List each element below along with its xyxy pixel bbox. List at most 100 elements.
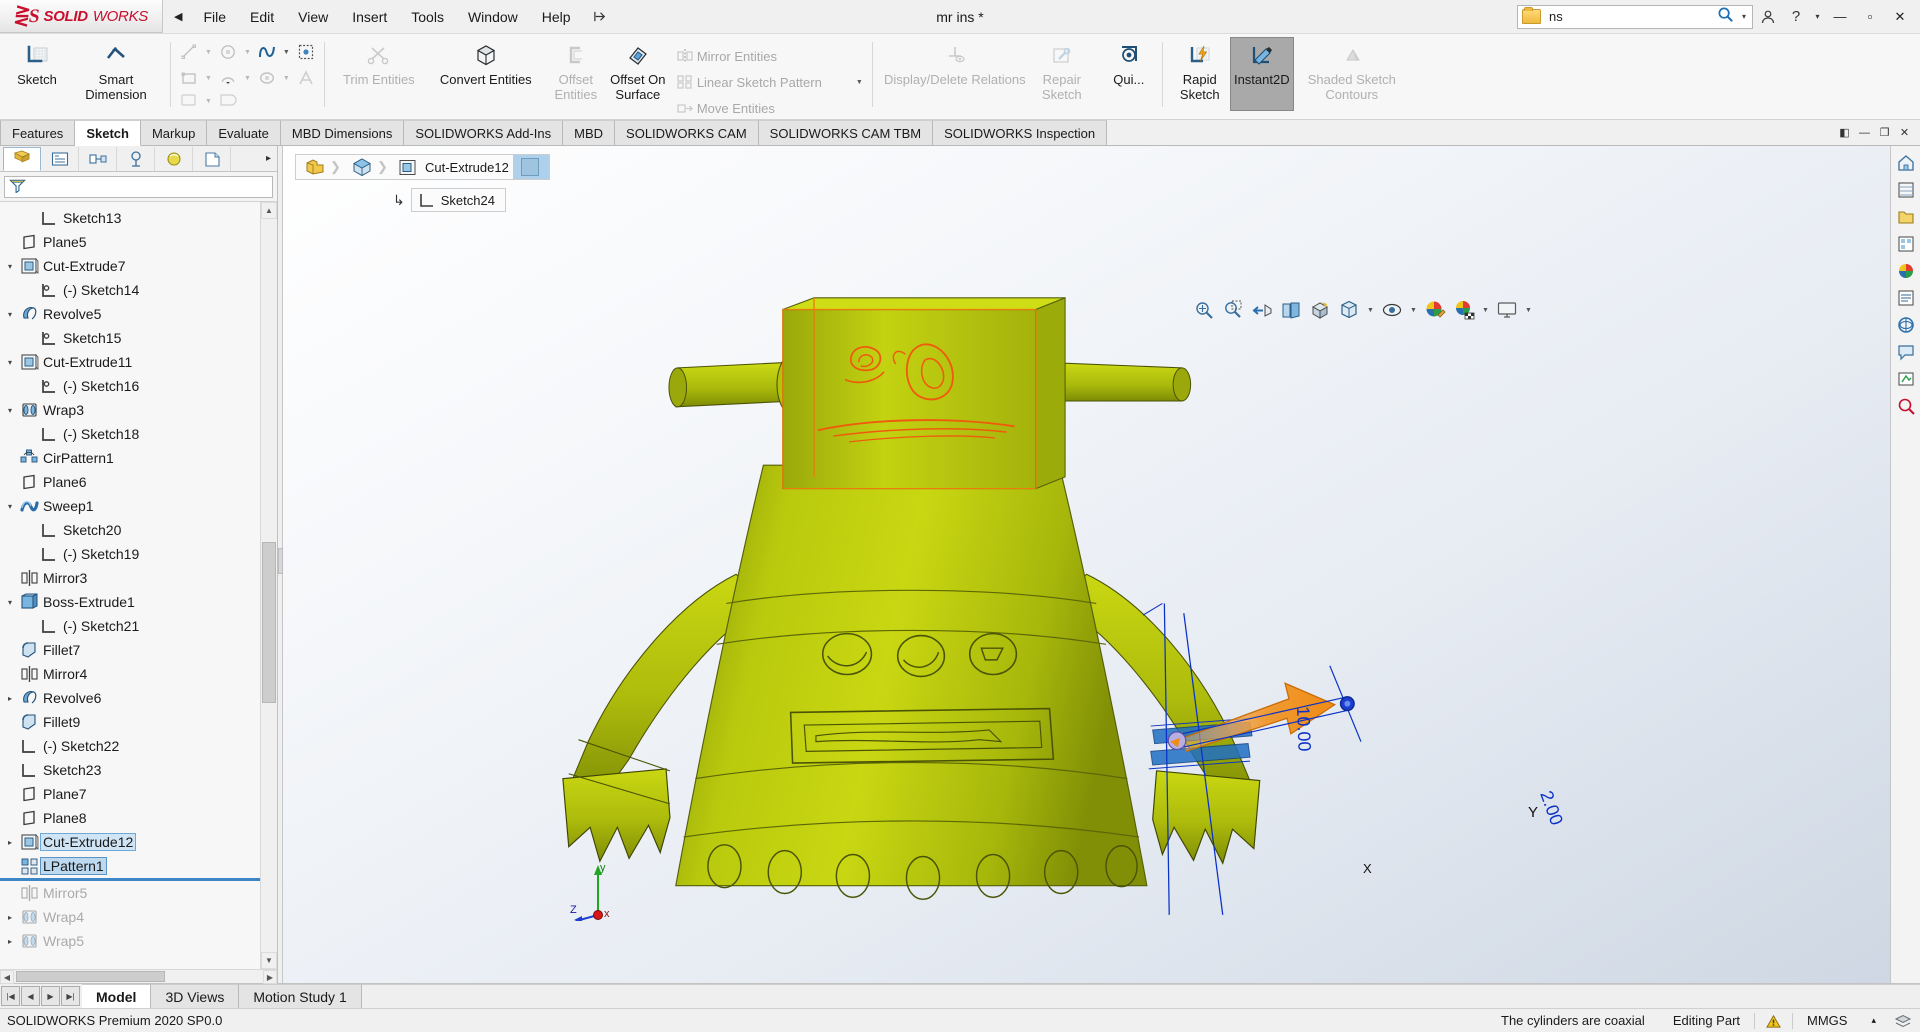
- close-button[interactable]: ✕: [1886, 4, 1914, 30]
- tab-solidworks-add-ins[interactable]: SOLIDWORKS Add-Ins: [404, 120, 564, 145]
- rapid-sketch-button[interactable]: Rapid Sketch: [1169, 38, 1231, 106]
- section-view-icon[interactable]: [1278, 297, 1304, 323]
- spline-dropdown-caret[interactable]: ▼: [280, 49, 293, 56]
- shaded-sketch-contours-button[interactable]: Shaded Sketch Contours: [1293, 38, 1411, 106]
- instant2d-button[interactable]: Instant2D: [1229, 37, 1294, 111]
- tab-mbd-dimensions[interactable]: MBD Dimensions: [280, 120, 405, 145]
- breadcrumb[interactable]: ❯ ❯ Cut-Extrude12: [295, 154, 550, 180]
- tree-expander-icon[interactable]: ▸: [2, 937, 18, 946]
- edit-appearance-icon[interactable]: [1422, 297, 1448, 323]
- display-style-icon[interactable]: [1336, 297, 1362, 323]
- scroll-thumb[interactable]: [262, 541, 276, 703]
- feature-tree-item-sketch20[interactable]: Sketch20: [0, 518, 277, 542]
- move-entities-button[interactable]: Move Entities: [673, 97, 781, 119]
- more-manager-tabs[interactable]: ▸: [260, 153, 277, 164]
- previous-view-icon[interactable]: [1249, 297, 1275, 323]
- tab-sketch[interactable]: Sketch: [75, 120, 141, 146]
- feature-tree-item-sketch21[interactable]: (-) Sketch21: [0, 614, 277, 638]
- tree-expander-icon[interactable]: ▾: [2, 310, 18, 319]
- tree-filter-box[interactable]: [4, 175, 273, 198]
- bottom-tab-3d-views[interactable]: 3D Views: [151, 984, 240, 1008]
- polygon-tool[interactable]: [216, 92, 240, 110]
- minimize-button[interactable]: —: [1826, 4, 1854, 30]
- trim-box-tool[interactable]: [294, 41, 318, 63]
- hscroll-thumb[interactable]: [16, 971, 166, 982]
- hscroll-left-arrow[interactable]: ◀: [0, 970, 14, 984]
- cam-manager-tab[interactable]: [193, 146, 231, 171]
- configuration-manager-tab[interactable]: [79, 146, 117, 171]
- breadcrumb-cut-extrude12[interactable]: Cut-Extrude12: [390, 155, 513, 179]
- feature-tree-container[interactable]: Sketch13 Plane5 ▾ Cut-Extrude7 (-) Sketch14 ▾…: [0, 202, 277, 969]
- display-delete-relations-button[interactable]: Display/Delete Relations: [879, 38, 1031, 91]
- feature-tree-item-revolve5[interactable]: ▾ Revolve5: [0, 302, 277, 326]
- bottom-tab-motion-study-1[interactable]: Motion Study 1: [239, 984, 362, 1008]
- help-dropdown-caret[interactable]: ▾: [1811, 4, 1824, 30]
- user-icon[interactable]: [1755, 4, 1781, 30]
- tree-expander-icon[interactable]: ▾: [2, 262, 18, 271]
- task-pane-appearances-icon[interactable]: [1893, 258, 1919, 284]
- nav-next-button[interactable]: ▶: [41, 986, 60, 1006]
- tab-solidworks-cam-tbm[interactable]: SOLIDWORKS CAM TBM: [758, 120, 934, 145]
- zoom-to-fit-icon[interactable]: [1191, 297, 1217, 323]
- dimension-label-10[interactable]: 10.00: [1292, 706, 1315, 752]
- breadcrumb-active-face[interactable]: [512, 155, 549, 179]
- line-dropdown-caret[interactable]: ▼: [202, 49, 215, 56]
- arc-tool[interactable]: [216, 67, 240, 89]
- tab-markup[interactable]: Markup: [140, 120, 208, 145]
- point-dropdown-caret[interactable]: ▼: [202, 98, 215, 105]
- feature-tree-item-cut-extrude11[interactable]: ▾ Cut-Extrude11: [0, 350, 277, 374]
- menu-item-tools[interactable]: Tools: [399, 5, 456, 29]
- display-manager-tab[interactable]: [155, 146, 193, 171]
- feature-tree-item-sketch15[interactable]: Sketch15: [0, 326, 277, 350]
- search-box[interactable]: ▾: [1517, 4, 1753, 29]
- apply-scene-caret-icon[interactable]: ▼: [1480, 307, 1491, 314]
- feature-tree-item-sketch22[interactable]: (-) Sketch22: [0, 734, 277, 758]
- linear-sketch-pattern-button[interactable]: Linear Sketch Pattern: [673, 71, 828, 93]
- scroll-down-arrow[interactable]: ▼: [261, 952, 277, 969]
- sketch-button[interactable]: Sketch: [6, 38, 68, 91]
- hide-show-caret-icon[interactable]: ▼: [1408, 307, 1419, 314]
- feature-tree-item-mirror3[interactable]: Mirror3: [0, 566, 277, 590]
- convert-entities-button[interactable]: Convert Entities: [427, 38, 545, 91]
- circle-dropdown-caret[interactable]: ▼: [241, 49, 254, 56]
- doc-close-button[interactable]: ✕: [1896, 124, 1913, 141]
- feature-tree-item-wrap5[interactable]: ▸ Wrap5: [0, 929, 277, 953]
- doc-minimize-button[interactable]: —: [1856, 124, 1873, 141]
- feature-manager-tab[interactable]: [3, 146, 41, 171]
- menu-item-help[interactable]: Help: [530, 5, 583, 29]
- tab-features[interactable]: Features: [0, 120, 76, 145]
- property-manager-tab[interactable]: [41, 146, 79, 171]
- offset-on-surface-button[interactable]: Offset On Surface: [607, 38, 669, 106]
- nav-prev-button[interactable]: ◀: [21, 986, 40, 1006]
- task-pane-view-palette-icon[interactable]: [1893, 231, 1919, 257]
- ellipse-tool[interactable]: [255, 67, 279, 89]
- task-pane-custom-properties-icon[interactable]: [1893, 285, 1919, 311]
- robot-model-3d[interactable]: [283, 146, 1890, 983]
- feature-tree-item-lpattern1[interactable]: LPattern1: [0, 854, 277, 878]
- feature-tree-item-cut-extrude12[interactable]: ▸ Cut-Extrude12: [0, 830, 277, 854]
- status-units-caret[interactable]: ▴: [1861, 1015, 1886, 1026]
- task-pane-forum-icon[interactable]: [1893, 339, 1919, 365]
- feature-tree-item-sweep1[interactable]: ▾ Sweep1: [0, 494, 277, 518]
- menu-item-file[interactable]: File: [191, 5, 238, 29]
- feature-tree-item-fillet7[interactable]: Fillet7: [0, 638, 277, 662]
- feature-tree-item-plane6[interactable]: Plane6: [0, 470, 277, 494]
- text-tool[interactable]: [294, 67, 318, 89]
- rectangle-tool[interactable]: [177, 67, 201, 89]
- menu-item-insert[interactable]: Insert: [340, 5, 399, 29]
- view-orientation-icon[interactable]: [1307, 297, 1333, 323]
- tree-expander-icon[interactable]: ▾: [2, 358, 18, 367]
- feature-tree-item-sketch18[interactable]: (-) Sketch18: [0, 422, 277, 446]
- layers-icon[interactable]: [1886, 1013, 1920, 1029]
- view-settings-caret-icon[interactable]: ▼: [1523, 307, 1534, 314]
- feature-tree-item-boss-extrude1[interactable]: ▾ Boss-Extrude1: [0, 590, 277, 614]
- spline-tool[interactable]: [255, 41, 279, 63]
- graphics-area[interactable]: ❯ ❯ Cut-Extrude12 ↳ Sketch24 ▼ ▼ ▼ ▼ 10.…: [283, 146, 1890, 983]
- tab-mbd[interactable]: MBD: [563, 120, 616, 145]
- feature-tree-item-fillet9[interactable]: Fillet9: [0, 710, 277, 734]
- dimxpert-manager-tab[interactable]: [117, 146, 155, 171]
- feature-tree-item-cirpattern1[interactable]: CirPattern1: [0, 446, 277, 470]
- feature-tree-item-sketch14[interactable]: (-) Sketch14: [0, 278, 277, 302]
- repair-sketch-button[interactable]: Repair Sketch: [1031, 38, 1093, 106]
- tree-expander-icon[interactable]: ▸: [2, 694, 18, 703]
